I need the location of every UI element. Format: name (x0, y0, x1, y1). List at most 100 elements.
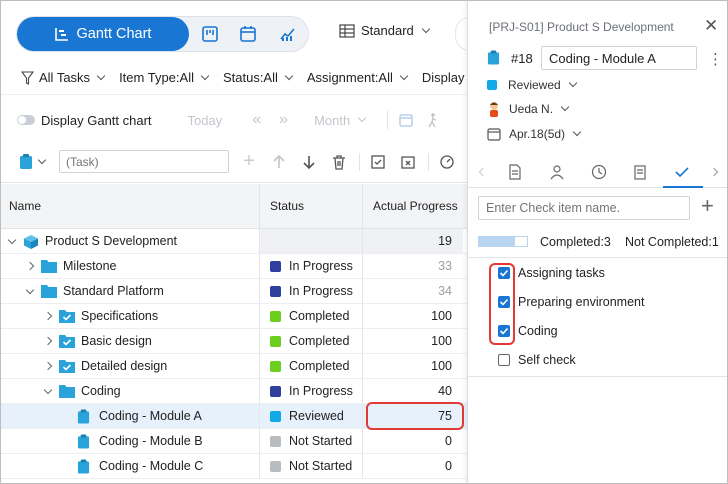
progress-cell[interactable]: 100 (363, 304, 463, 328)
filter-assignment[interactable]: Assignment:All (307, 70, 409, 85)
progress-cell[interactable]: 100 (363, 354, 463, 378)
table-row[interactable]: Coding In Progress 40 (1, 379, 467, 404)
name-cell[interactable]: Specifications (1, 304, 260, 328)
clock-icon[interactable] (591, 164, 607, 180)
progress-cell[interactable]: 0 (363, 454, 463, 478)
display-gantt-toggle[interactable] (17, 115, 35, 125)
chevron-down-icon[interactable] (39, 385, 57, 394)
progress-cell[interactable]: 0 (363, 429, 463, 453)
checklist-item[interactable]: Preparing environment (498, 295, 644, 309)
filter-item-type[interactable]: Item Type:All (119, 70, 210, 85)
name-cell[interactable]: Product S Development (1, 229, 260, 253)
chevron-right-icon[interactable] (39, 336, 57, 346)
notes-icon[interactable] (632, 164, 648, 180)
status-cell[interactable]: Completed (260, 329, 363, 353)
chart-view-icon[interactable] (279, 25, 297, 43)
table-row[interactable]: Specifications Completed 100 (1, 304, 467, 329)
name-cell[interactable]: Coding (1, 379, 260, 403)
close-icon[interactable]: ✕ (704, 16, 718, 36)
unchecked-checkbox[interactable] (498, 354, 510, 366)
scale-selector[interactable]: Month (314, 113, 367, 128)
status-cell[interactable] (260, 229, 363, 253)
name-cell[interactable]: Coding - Module C (1, 454, 260, 478)
gauge-icon[interactable] (439, 154, 455, 170)
table-row[interactable]: Detailed design Completed 100 (1, 354, 467, 379)
add-check-item-icon[interactable]: + (701, 195, 714, 217)
assignee-selector[interactable]: Ueda N. (487, 101, 570, 117)
document-icon[interactable] (507, 164, 523, 180)
name-cell[interactable]: Milestone (1, 254, 260, 278)
chevron-right-icon[interactable] (709, 167, 719, 177)
double-left-arrow-icon[interactable]: « (252, 111, 261, 129)
check-item-input[interactable] (478, 196, 690, 220)
column-header-progress[interactable]: Actual Progress (363, 184, 467, 228)
walk-icon[interactable] (426, 112, 440, 128)
today-button[interactable]: Today (188, 113, 223, 128)
table-row[interactable]: Milestone In Progress 33 (1, 254, 467, 279)
chevron-down-icon[interactable] (21, 285, 39, 294)
calendar-x-icon[interactable] (400, 154, 416, 170)
filter-display[interactable]: Display (422, 70, 465, 85)
chevron-right-icon[interactable] (39, 361, 57, 371)
date-selector[interactable]: Apr.18(5d) (487, 127, 582, 141)
progress-cell[interactable]: 100 (363, 329, 463, 353)
column-header-name[interactable]: Name (1, 184, 260, 228)
status-cell[interactable]: Completed (260, 354, 363, 378)
status-cell[interactable]: In Progress (260, 254, 363, 278)
calendar-icon[interactable] (398, 112, 414, 128)
chevron-down-icon[interactable] (3, 235, 21, 244)
arrow-up-icon[interactable] (271, 154, 287, 170)
status-cell[interactable]: Completed (260, 304, 363, 328)
clipboard-icon[interactable] (19, 153, 33, 170)
name-cell[interactable]: Coding - Module A (1, 404, 260, 428)
checklist-item-label: Assigning tasks (518, 266, 605, 280)
chevron-down-icon[interactable] (37, 155, 47, 164)
view-selector[interactable]: Standard (339, 23, 431, 38)
trash-icon[interactable] (331, 154, 347, 170)
chevron-left-icon[interactable] (478, 167, 488, 177)
name-cell[interactable]: Coding - Module B (1, 429, 260, 453)
checklist-icon[interactable] (370, 154, 386, 170)
status-color-icon (487, 80, 497, 90)
user-icon[interactable] (549, 164, 565, 180)
arrow-down-icon[interactable] (301, 154, 317, 170)
status-cell[interactable]: In Progress (260, 379, 363, 403)
task-name-input[interactable] (59, 150, 229, 173)
grid-body: Product S Development 19 Milestone In Progr… (1, 229, 467, 479)
checkmark-icon[interactable] (674, 164, 690, 180)
table-row[interactable]: Product S Development 19 (1, 229, 467, 254)
task-title-field[interactable] (541, 46, 697, 70)
checklist-item[interactable]: Self check (498, 353, 576, 367)
chevron-right-icon[interactable] (39, 311, 57, 321)
name-cell[interactable]: Detailed design (1, 354, 260, 378)
status-selector[interactable]: Reviewed (487, 78, 577, 92)
status-cell[interactable]: Not Started (260, 454, 363, 478)
column-header-status[interactable]: Status (260, 184, 363, 228)
progress-cell[interactable]: 40 (363, 379, 463, 403)
filter-status[interactable]: Status:All (223, 70, 294, 85)
more-options-icon[interactable]: ⋮ (708, 50, 723, 68)
table-row[interactable]: Coding - Module C Not Started 0 (1, 454, 467, 479)
progress-cell[interactable]: 19 (363, 229, 463, 253)
gantt-chart-view-button[interactable]: Gantt Chart (17, 17, 189, 51)
task-name: Coding - Module A (99, 409, 202, 423)
table-row[interactable]: Basic design Completed 100 (1, 329, 467, 354)
progress-cell[interactable]: 33 (363, 254, 463, 278)
double-right-arrow-icon[interactable]: » (279, 111, 288, 129)
table-row[interactable]: Standard Platform In Progress 34 (1, 279, 467, 304)
plus-icon[interactable]: + (241, 150, 257, 172)
board-view-icon[interactable] (201, 25, 219, 43)
task-toolbar: + (1, 141, 467, 183)
project-reference[interactable]: [PRJ-S01] Product S Development (489, 20, 674, 34)
status-cell[interactable]: In Progress (260, 279, 363, 303)
name-cell[interactable]: Standard Platform (1, 279, 260, 303)
status-cell[interactable]: Not Started (260, 429, 363, 453)
table-row[interactable]: Coding - Module B Not Started 0 (1, 429, 467, 454)
chevron-right-icon[interactable] (21, 261, 39, 271)
clipboard-icon (487, 50, 500, 65)
calendar-view-icon[interactable] (239, 25, 257, 43)
filter-all-tasks[interactable]: All Tasks (21, 70, 106, 85)
status-cell[interactable]: Reviewed (260, 404, 363, 428)
name-cell[interactable]: Basic design (1, 329, 260, 353)
progress-cell[interactable]: 34 (363, 279, 463, 303)
